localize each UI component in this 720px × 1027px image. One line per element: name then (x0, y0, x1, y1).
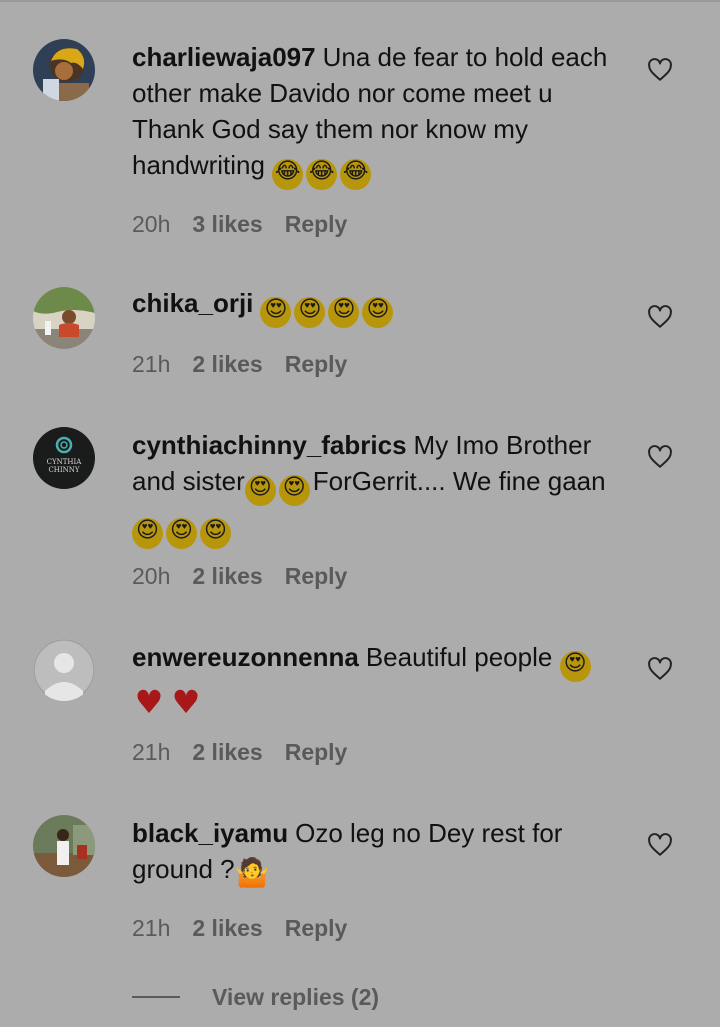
comment-meta: 20h 3 likes Reply (132, 211, 369, 238)
heart-eyes-icon: 😍 (260, 297, 292, 328)
comment-body: cynthiachinny_fabrics My Imo Brother and … (132, 427, 622, 549)
heart-outline-icon[interactable] (646, 57, 674, 83)
view-replies-button[interactable]: View replies (2) (132, 980, 379, 1014)
face-with-tears-of-joy-icon: 😂 (272, 159, 304, 190)
avatar[interactable] (33, 815, 95, 877)
comment-time: 20h (132, 563, 171, 589)
comment-text: Beautiful people (365, 642, 553, 672)
red-heart-icon: ♥ (134, 683, 164, 721)
comment-username[interactable]: enwereuzonnenna (132, 642, 359, 672)
heart-eyes-icon: 😍 (559, 651, 591, 682)
heart-eyes-icon: 😍 (362, 297, 394, 328)
heart-eyes-icon: 😍 (244, 475, 276, 506)
comment-username[interactable]: charliewaja097 (132, 42, 316, 72)
avatar[interactable]: CYNTHIA CHINNY (33, 427, 95, 489)
person-shrugging-icon: 🤷 (234, 856, 270, 889)
comment-username[interactable]: black_iyamu (132, 818, 288, 848)
top-divider (0, 0, 720, 2)
comment-username[interactable]: cynthiachinny_fabrics (132, 430, 407, 460)
face-with-tears-of-joy-icon: 😂 (306, 159, 338, 190)
face-with-tears-of-joy-icon: 😂 (340, 159, 372, 190)
heart-eyes-icon: 😍 (294, 297, 326, 328)
comment-time: 20h (132, 211, 171, 237)
likes-count[interactable]: 2 likes (192, 563, 262, 589)
comment-meta: 21h 2 likes Reply (132, 915, 369, 942)
replies-divider (132, 996, 180, 998)
comment-body: enwereuzonnenna Beautiful people 😍 ♥ ♥ (132, 639, 622, 718)
view-replies-label[interactable]: View replies (2) (212, 984, 379, 1011)
comment-meta: 20h 2 likes Reply (132, 563, 369, 590)
comment-body: charliewaja097 Una de fear to hold each o… (132, 39, 622, 190)
reply-button[interactable]: Reply (285, 563, 348, 589)
heart-eyes-icon: 😍 (132, 518, 163, 549)
reply-button[interactable]: Reply (285, 211, 348, 237)
comment-meta: 21h 2 likes Reply (132, 739, 369, 766)
comment-time: 21h (132, 739, 171, 765)
heart-outline-icon[interactable] (646, 304, 674, 330)
reply-button[interactable]: Reply (285, 351, 348, 377)
heart-eyes-icon: 😍 (328, 297, 360, 328)
likes-count[interactable]: 2 likes (192, 739, 262, 765)
likes-count[interactable]: 2 likes (192, 915, 262, 941)
comment-username[interactable]: chika_orji (132, 288, 253, 318)
heart-outline-icon[interactable] (646, 832, 674, 858)
heart-eyes-icon: 😍 (278, 475, 310, 506)
heart-eyes-icon: 😍 (166, 518, 197, 549)
comment-time: 21h (132, 915, 171, 941)
heart-eyes-icon: 😍 (200, 518, 231, 549)
comment-body: chika_orji 😍 😍 😍 😍 (132, 285, 622, 328)
heart-outline-icon[interactable] (646, 444, 674, 470)
avatar[interactable] (33, 39, 95, 101)
reply-button[interactable]: Reply (285, 739, 348, 765)
avatar[interactable] (33, 639, 95, 701)
comment-time: 21h (132, 351, 171, 377)
likes-count[interactable]: 3 likes (192, 211, 262, 237)
comment-text: ForGerrit.... We fine gaan (312, 466, 606, 496)
svg-text:CHINNY: CHINNY (48, 466, 79, 474)
reply-button[interactable]: Reply (285, 915, 348, 941)
heart-outline-icon[interactable] (646, 656, 674, 682)
avatar[interactable] (33, 287, 95, 349)
comment-meta: 21h 2 likes Reply (132, 351, 369, 378)
comment-body: black_iyamu Ozo leg no Dey rest for groun… (132, 815, 622, 891)
likes-count[interactable]: 2 likes (192, 351, 262, 377)
avatar-logo-text: CYNTHIA (47, 458, 83, 466)
red-heart-icon: ♥ (171, 683, 201, 721)
